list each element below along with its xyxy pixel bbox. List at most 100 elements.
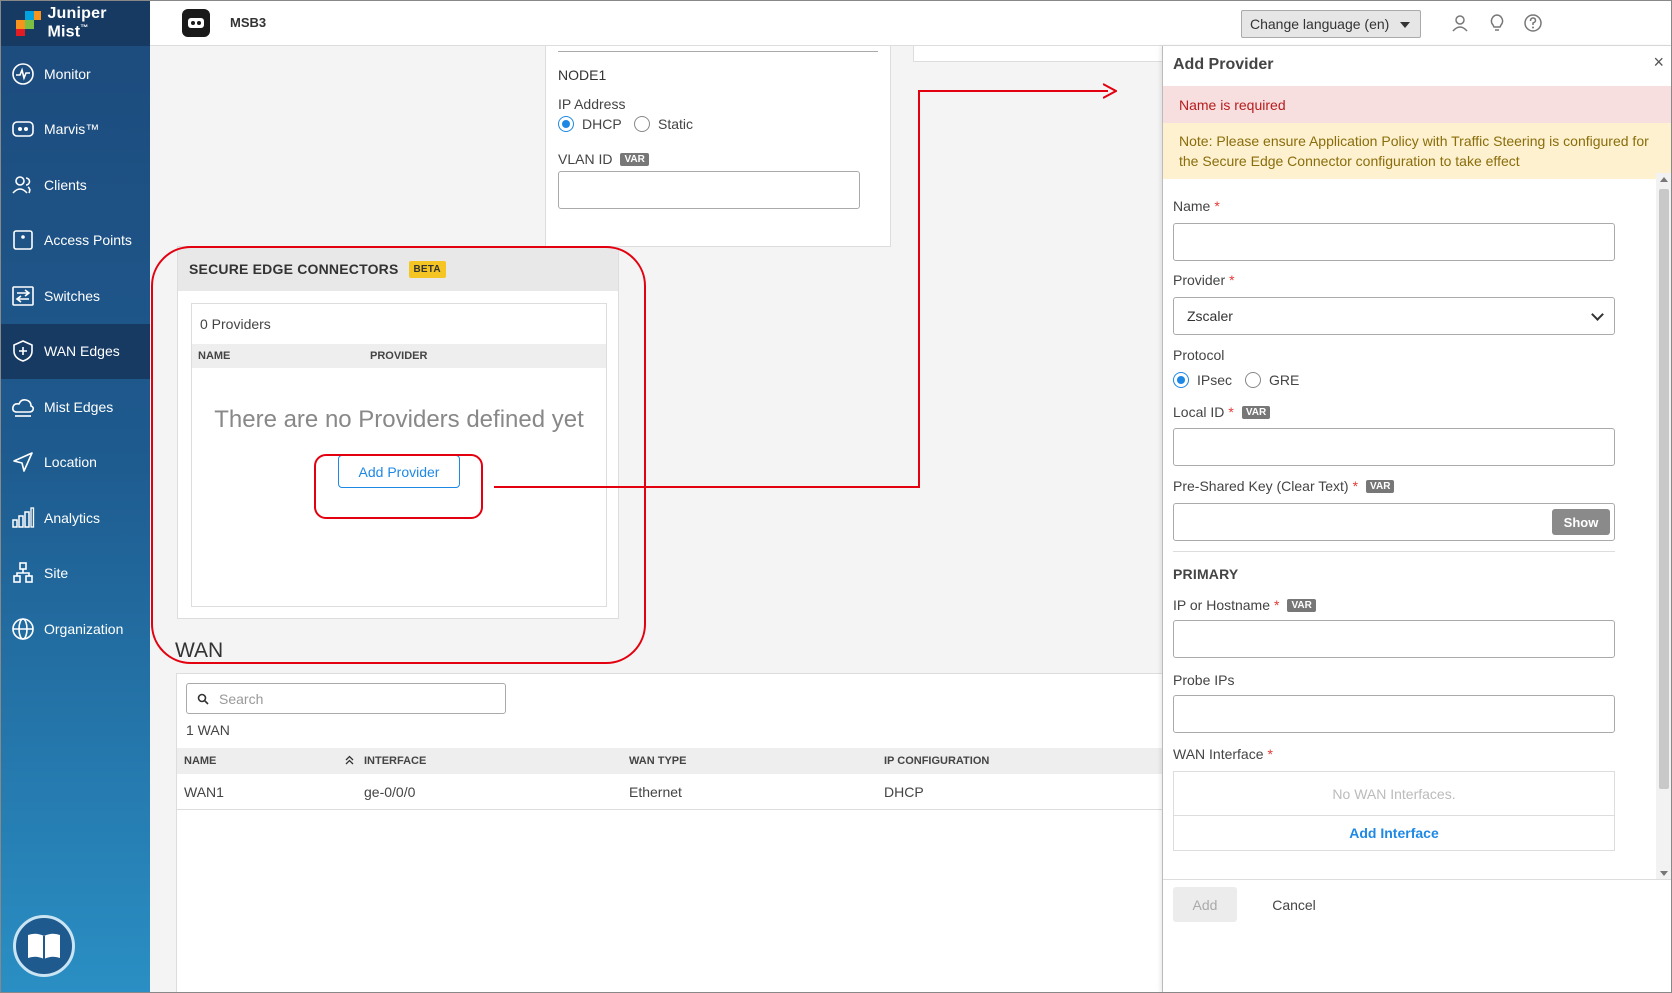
psk-label-text: Pre-Shared Key (Clear Text) bbox=[1173, 478, 1349, 494]
wan-interface-label-text: WAN Interface bbox=[1173, 746, 1264, 762]
secure-edge-connectors-card: SECURE EDGE CONNECTORS BETA 0 Providers … bbox=[177, 246, 619, 619]
sidebar-item-label: Mist Edges bbox=[44, 398, 114, 415]
drawer-scrollbar[interactable] bbox=[1656, 173, 1672, 880]
column-header-wan-type[interactable]: WAN TYPE bbox=[629, 755, 686, 767]
sidebar-item-marvis[interactable]: Marvis™ bbox=[0, 102, 150, 158]
radio-selected-icon bbox=[1173, 372, 1189, 388]
sidebar-item-wan-edges[interactable]: WAN Edges bbox=[0, 323, 150, 379]
user-icon[interactable] bbox=[1450, 13, 1470, 33]
site-name[interactable]: MSB3 bbox=[230, 15, 266, 30]
show-password-button[interactable]: Show bbox=[1552, 509, 1610, 535]
sidebar-item-clients[interactable]: Clients bbox=[0, 157, 150, 213]
ip-hostname-input[interactable] bbox=[1173, 620, 1615, 658]
sidebar-item-site[interactable]: Site bbox=[0, 546, 150, 602]
provider-label-text: Provider bbox=[1173, 272, 1226, 288]
wan-interfaces-list: No WAN Interfaces. Add Interface bbox=[1173, 771, 1615, 851]
book-icon[interactable] bbox=[13, 915, 75, 977]
psk-input[interactable]: Show bbox=[1173, 503, 1615, 541]
brand-logo[interactable]: Juniper Mist™ bbox=[0, 0, 150, 46]
help-icon[interactable] bbox=[1523, 13, 1543, 33]
vlan-id-label: VLAN ID VAR bbox=[558, 151, 649, 167]
sidebar-item-organization[interactable]: Organization bbox=[0, 601, 150, 657]
monitor-icon bbox=[10, 61, 36, 87]
var-badge: VAR bbox=[1241, 405, 1271, 419]
scrollbar-thumb[interactable] bbox=[1659, 189, 1669, 789]
ipsec-radio[interactable]: IPsec bbox=[1173, 372, 1232, 388]
sidebar-item-monitor[interactable]: Monitor bbox=[0, 46, 150, 102]
radio-unselected-icon bbox=[634, 116, 650, 132]
chevron-down-icon bbox=[1400, 22, 1410, 28]
add-interface-button[interactable]: Add Interface bbox=[1174, 816, 1614, 850]
analytics-icon bbox=[10, 505, 36, 531]
no-wan-interfaces-text: No WAN Interfaces. bbox=[1174, 772, 1614, 816]
main-content: NODE1 IP Address DHCP Static VLAN ID VAR… bbox=[150, 46, 1162, 993]
cancel-button[interactable]: Cancel bbox=[1259, 887, 1329, 922]
static-radio[interactable]: Static bbox=[634, 116, 693, 132]
var-badge: VAR bbox=[1366, 479, 1395, 493]
site-icon bbox=[10, 560, 36, 586]
gre-radio[interactable]: GRE bbox=[1245, 372, 1299, 388]
wan-count: 1 WAN bbox=[186, 722, 230, 738]
local-id-input[interactable] bbox=[1173, 428, 1615, 466]
location-icon bbox=[10, 449, 36, 475]
column-header-name[interactable]: NAME bbox=[198, 350, 230, 362]
required-mark: * bbox=[1228, 404, 1234, 420]
language-select[interactable]: Change language (en) bbox=[1241, 10, 1421, 38]
var-badge: VAR bbox=[620, 152, 649, 166]
column-header-provider[interactable]: PROVIDER bbox=[370, 350, 427, 362]
wan-type-cell: Ethernet bbox=[629, 784, 682, 800]
mist-edges-icon bbox=[10, 394, 36, 420]
close-icon[interactable]: × bbox=[1653, 52, 1664, 73]
sidebar-item-label: Switches bbox=[44, 287, 101, 304]
provider-select[interactable]: Zscaler bbox=[1173, 297, 1615, 335]
ip-hostname-label: IP or Hostname * VAR bbox=[1173, 597, 1316, 613]
beta-badge: BETA bbox=[408, 260, 446, 278]
primary-section-title: PRIMARY bbox=[1173, 566, 1239, 582]
sidebar-item-switches[interactable]: Switches bbox=[0, 268, 150, 324]
radio-unselected-icon bbox=[1245, 372, 1261, 388]
radio-selected-icon bbox=[558, 116, 574, 132]
sidebar-item-label: Monitor bbox=[44, 65, 91, 82]
sidebar-item-access-points[interactable]: Access Points bbox=[0, 213, 150, 269]
secure-edge-header: SECURE EDGE CONNECTORS BETA bbox=[178, 247, 618, 291]
scroll-down-icon[interactable] bbox=[1660, 871, 1668, 876]
marvis-icon bbox=[10, 116, 36, 142]
sort-ascending-icon[interactable] bbox=[345, 755, 354, 768]
var-badge: VAR bbox=[1287, 598, 1316, 612]
search-placeholder: Search bbox=[219, 690, 264, 707]
column-header-interface[interactable]: INTERFACE bbox=[364, 755, 426, 767]
gre-label: GRE bbox=[1269, 372, 1300, 388]
site-icon bbox=[182, 8, 210, 37]
wan-name-cell: WAN1 bbox=[184, 784, 224, 800]
name-input[interactable] bbox=[1173, 223, 1615, 261]
search-input[interactable]: Search bbox=[186, 683, 506, 714]
switches-icon bbox=[10, 283, 36, 309]
probe-ips-input[interactable] bbox=[1173, 695, 1615, 733]
add-button[interactable]: Add bbox=[1173, 887, 1237, 922]
wan-interface-label: WAN Interface * bbox=[1173, 746, 1273, 762]
protocol-label: Protocol bbox=[1173, 347, 1224, 363]
provider-label: Provider * bbox=[1173, 272, 1235, 288]
dhcp-label: DHCP bbox=[582, 116, 622, 132]
static-label: Static bbox=[658, 116, 694, 132]
sidebar-item-label: Site bbox=[44, 565, 69, 582]
sidebar-item-analytics[interactable]: Analytics bbox=[0, 490, 150, 546]
sidebar-nav: Monitor Marvis™ Clients Access Points Switch… bbox=[0, 46, 150, 657]
search-icon bbox=[197, 693, 209, 705]
providers-table: 0 Providers NAME PROVIDER There are no P… bbox=[191, 303, 607, 607]
vlan-id-input[interactable] bbox=[558, 171, 860, 209]
sidebar-item-location[interactable]: Location bbox=[0, 435, 150, 491]
table-row[interactable]: WAN1 ge-0/0/0 Ethernet DHCP bbox=[177, 774, 1162, 810]
sidebar-item-mist-edges[interactable]: Mist Edges bbox=[0, 379, 150, 435]
chevron-down-icon bbox=[1591, 308, 1604, 321]
column-header-name[interactable]: NAME bbox=[184, 755, 216, 767]
dhcp-radio[interactable]: DHCP bbox=[558, 116, 622, 132]
access-points-icon bbox=[10, 227, 36, 253]
sidebar-item-label: Access Points bbox=[44, 232, 132, 249]
protocol-label-text: Protocol bbox=[1173, 347, 1225, 363]
column-header-ip-configuration[interactable]: IP CONFIGURATION bbox=[884, 755, 989, 767]
lightbulb-icon[interactable] bbox=[1487, 13, 1507, 33]
scroll-up-icon[interactable] bbox=[1660, 177, 1668, 182]
organization-icon bbox=[10, 616, 36, 642]
add-provider-button[interactable]: Add Provider bbox=[338, 455, 460, 488]
